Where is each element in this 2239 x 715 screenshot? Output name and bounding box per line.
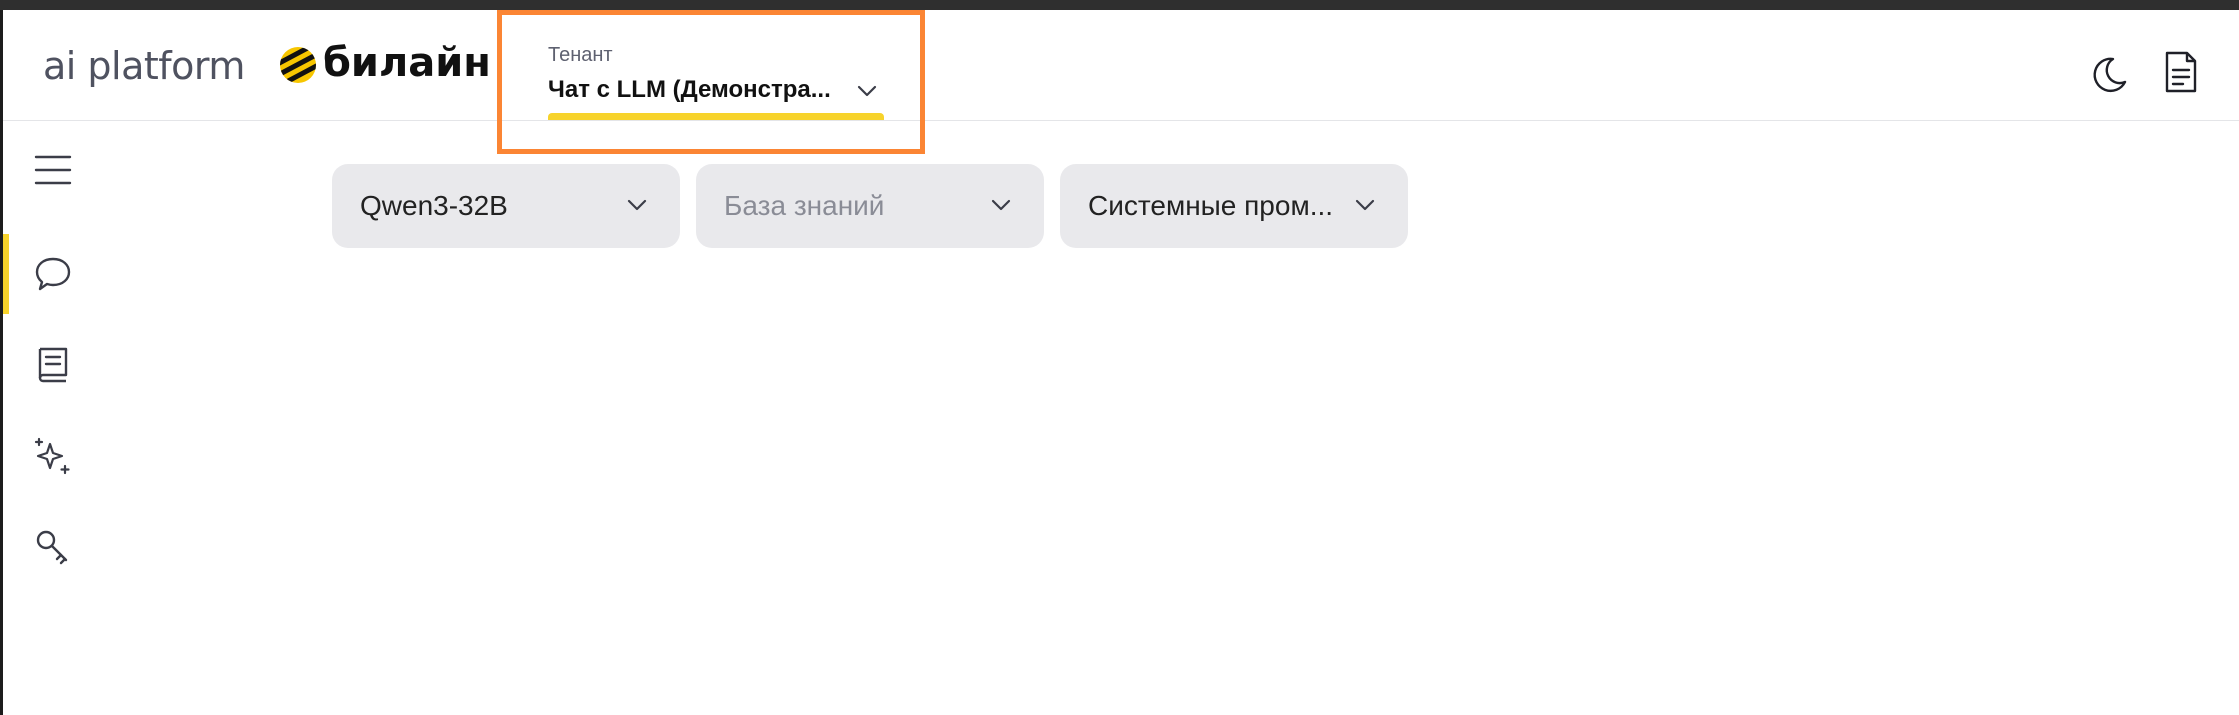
hamburger-menu-icon: [34, 155, 72, 185]
beeline-logo-icon: [280, 47, 316, 83]
knowledge-base-placeholder: База знаний: [724, 190, 885, 221]
model-select[interactable]: Qwen3-32B: [332, 164, 680, 248]
chat-bubble-icon: [35, 257, 71, 291]
sidebar-menu-button[interactable]: [3, 135, 103, 205]
knowledge-base-select[interactable]: База знаний: [696, 164, 1044, 248]
sidebar-item-prompts[interactable]: [3, 421, 103, 491]
system-prompt-select[interactable]: Системные пром...: [1060, 164, 1408, 248]
window-top-strip: [0, 0, 2239, 10]
sparkles-icon: [34, 437, 70, 475]
chevron-down-icon: [627, 199, 647, 211]
company-name: билайн: [323, 40, 491, 86]
key-icon: [36, 530, 68, 565]
chevron-down-icon: [1355, 199, 1375, 211]
sidebar-item-knowledge[interactable]: [3, 330, 103, 400]
chevron-down-icon: [991, 199, 1011, 211]
header: ai platform билайн Тенант Чат с LLM (Дем…: [3, 10, 2239, 121]
brand-name: ai platform: [43, 44, 245, 88]
system-prompt-value: Системные пром...: [1088, 190, 1334, 221]
book-icon: [38, 347, 68, 383]
sidebar-item-chat[interactable]: [3, 239, 103, 309]
moon-icon[interactable]: [2089, 54, 2129, 94]
sidebar-item-keys[interactable]: [3, 512, 103, 582]
document-icon[interactable]: [2161, 50, 2201, 94]
sidebar: [3, 121, 103, 715]
model-select-value: Qwen3-32B: [360, 190, 508, 221]
highlight-annotation-box: [497, 10, 925, 154]
